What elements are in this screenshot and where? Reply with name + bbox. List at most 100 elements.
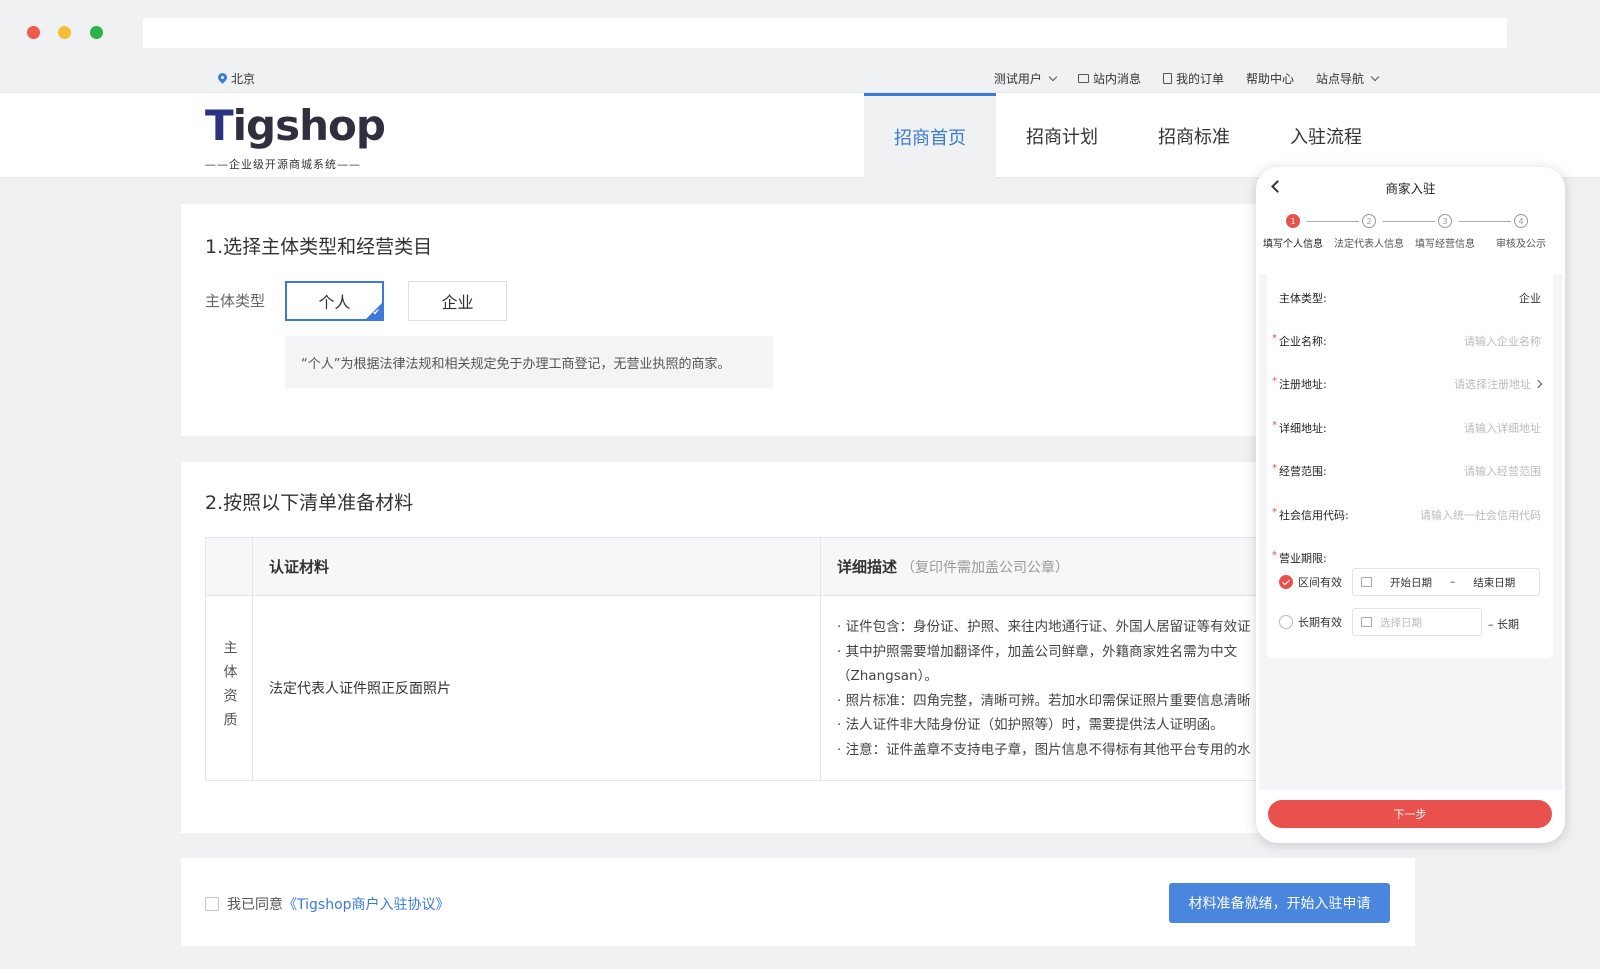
location-label: 北京 <box>231 72 256 86</box>
field-detail-address[interactable]: * 详细地址: 请输入详细地址 <box>1267 420 1553 440</box>
table-header: 认证材料 详细描述 （复印件需加盖公司公章） <box>206 538 1415 596</box>
phone-title: 商家入驻 <box>1385 181 1436 196</box>
nav-process[interactable]: 入驻流程 <box>1260 93 1392 178</box>
entity-type-panel: 1.选择主体类型和经营类目 主体类型 个人 ✔ 企业 “个人”为根据法律法规和相… <box>181 204 1415 436</box>
option-label: 企业 <box>441 293 474 312</box>
agreement-link[interactable]: 《Tigshop商户入驻协议》 <box>283 894 450 914</box>
site-nav-label: 站点导航 <box>1315 72 1364 86</box>
entity-type-label: 主体类型 <box>205 292 266 310</box>
field-entity-type[interactable]: 主体类型: 企业 <box>1267 290 1553 310</box>
location-selector[interactable]: 北京 <box>218 70 255 87</box>
mail-icon <box>1077 74 1089 83</box>
period-range-option[interactable]: 区间有效 <box>1279 568 1342 596</box>
logo-wordmark: Tigshop <box>205 101 386 150</box>
period-long-label: 长期有效 <box>1298 616 1342 629</box>
phone-preview: 商家入驻 1 2 3 4 填写个人信息 法定代表人信息 填写经营信息 审核及公示… <box>1256 167 1565 843</box>
location-pin-icon <box>218 73 227 85</box>
step-connector <box>1459 221 1511 222</box>
field-label: 营业期限: <box>1279 552 1327 565</box>
phone-header: 商家入驻 1 2 3 4 填写个人信息 法定代表人信息 填写经营信息 审核及公示 <box>1259 170 1562 274</box>
option-label: 个人 <box>318 293 351 312</box>
entity-type-enterprise-button[interactable]: 企业 <box>408 281 507 321</box>
field-placeholder-text: 请选择注册地址 <box>1454 378 1531 391</box>
start-application-button[interactable]: 材料准备就绪，开始入驻申请 <box>1169 883 1390 923</box>
step-2-circle: 2 <box>1362 214 1376 228</box>
step-1-circle: 1 <box>1286 214 1300 228</box>
messages-link[interactable]: 站内消息 <box>1077 70 1141 87</box>
order-icon <box>1162 73 1172 84</box>
next-step-button[interactable]: 下一步 <box>1268 800 1552 828</box>
field-label: 企业名称: <box>1279 335 1327 348</box>
step-connector <box>1307 221 1359 222</box>
start-date-placeholder: 开始日期 <box>1390 576 1432 589</box>
nav-home[interactable]: 招商首页 <box>864 93 996 178</box>
radio-unchecked-icon[interactable] <box>1279 615 1293 629</box>
field-registered-address[interactable]: * 注册地址: 请选择注册地址 <box>1267 376 1553 396</box>
window-minimize-button[interactable] <box>58 26 71 39</box>
field-label: 详细地址: <box>1279 422 1327 435</box>
orders-link[interactable]: 我的订单 <box>1162 70 1224 87</box>
header-cell-group <box>206 538 253 595</box>
field-business-scope[interactable]: * 经营范围: 请输入经营范围 <box>1267 463 1553 483</box>
header-desc-label: 详细描述 <box>837 558 898 576</box>
agree-checkbox[interactable] <box>205 897 219 911</box>
period-long-option[interactable]: 长期有效 <box>1279 608 1342 636</box>
site-header: Tigshop ——企业级开源商城系统—— 招商首页 招商计划 招商标准 入驻流… <box>0 93 1600 178</box>
chevron-down-icon <box>1048 72 1058 81</box>
header-desc-note: （复印件需加盖公司公章） <box>901 559 1070 576</box>
field-label: 主体类型: <box>1279 292 1327 305</box>
single-date-picker[interactable]: 选择日期 <box>1352 608 1482 636</box>
select-date-placeholder: 选择日期 <box>1380 616 1422 629</box>
entity-type-individual-button[interactable]: 个人 ✔ <box>285 281 384 321</box>
address-bar[interactable] <box>143 18 1507 48</box>
row-group-cell: 主体资质 <box>206 596 253 780</box>
top-utility-bar: 北京 测试用户 站内消息 我的订单 帮助中心 站点导航 <box>0 62 1600 93</box>
radio-checked-icon[interactable] <box>1279 575 1293 589</box>
merchant-form: 主体类型: 企业 * 企业名称: 请输入企业名称 * 注册地址: 请选择注册地址… <box>1267 270 1553 658</box>
nav-standard[interactable]: 招商标准 <box>1128 93 1260 178</box>
messages-label: 站内消息 <box>1092 72 1141 86</box>
required-mark: * <box>1272 463 1277 474</box>
agreement-row: 我已同意 《Tigshop商户入驻协议》 <box>205 894 450 914</box>
materials-panel: 2.按照以下清单准备材料 认证材料 详细描述 （复印件需加盖公司公章） 主体资质… <box>181 462 1415 833</box>
date-range-picker[interactable]: 开始日期 – 结束日期 <box>1352 568 1540 596</box>
nav-plan[interactable]: 招商计划 <box>996 93 1128 178</box>
step-2-label: 法定代表人信息 <box>1334 239 1404 250</box>
table-row: 主体资质 法定代表人证件照正反面照片 · 证件包含：身份证、护照、来往内地通行证… <box>206 596 1415 780</box>
step-4-circle: 4 <box>1514 214 1528 228</box>
agreement-panel: 我已同意 《Tigshop商户入驻协议》 材料准备就绪，开始入驻申请 <box>181 858 1415 946</box>
agree-text: 我已同意 <box>227 897 283 913</box>
date-separator: – <box>1450 576 1456 588</box>
user-menu[interactable]: 测试用户 <box>993 70 1058 87</box>
field-business-period: * 营业期限: <box>1267 550 1553 570</box>
field-company-name[interactable]: * 企业名称: 请输入企业名称 <box>1267 333 1553 353</box>
check-icon: ✔ <box>372 308 380 318</box>
orders-label: 我的订单 <box>1175 72 1224 86</box>
step-4-label: 审核及公示 <box>1496 239 1546 250</box>
logo-t-mark: T <box>205 101 234 150</box>
field-credit-code[interactable]: * 社会信用代码: 请输入统一社会信用代码 <box>1267 507 1553 527</box>
end-date-placeholder: 结束日期 <box>1473 576 1516 589</box>
section-title: 1.选择主体类型和经营类目 <box>205 236 433 258</box>
help-link[interactable]: 帮助中心 <box>1246 70 1294 87</box>
step-indicator: 1 2 3 4 填写个人信息 法定代表人信息 填写经营信息 审核及公示 <box>1259 214 1562 254</box>
materials-table: 认证材料 详细描述 （复印件需加盖公司公章） 主体资质 法定代表人证件照正反面照… <box>205 537 1415 781</box>
chevron-right-icon <box>1533 379 1543 389</box>
window-close-button[interactable] <box>27 26 40 39</box>
browser-chrome <box>0 0 1600 62</box>
calendar-icon <box>1361 577 1372 587</box>
field-label: 注册地址: <box>1279 378 1327 391</box>
required-mark: * <box>1272 333 1277 344</box>
field-placeholder: 请选择注册地址 <box>1454 376 1543 392</box>
phone-footer: 下一步 <box>1259 790 1562 840</box>
window-zoom-button[interactable] <box>90 26 103 39</box>
top-links: 测试用户 站内消息 我的订单 帮助中心 站点导航 <box>993 70 1380 87</box>
site-nav-menu[interactable]: 站点导航 <box>1315 70 1380 87</box>
required-mark: * <box>1272 550 1277 561</box>
help-label: 帮助中心 <box>1245 72 1294 86</box>
logo-wordmark-rest: igshop <box>232 101 386 150</box>
user-menu-label: 测试用户 <box>993 72 1042 86</box>
entity-type-note: “个人”为根据法律法规和相关规定免于办理工商登记，无营业执照的商家。 <box>285 336 773 388</box>
logo[interactable]: Tigshop ——企业级开源商城系统—— <box>205 101 395 173</box>
logo-tagline: ——企业级开源商城系统—— <box>205 158 361 171</box>
